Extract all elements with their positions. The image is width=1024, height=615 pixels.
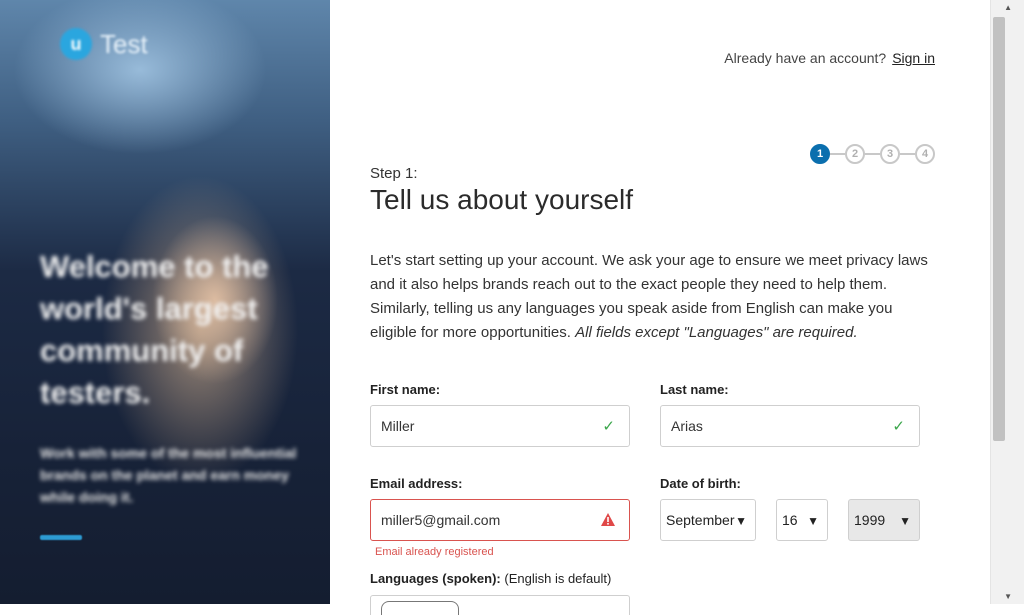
step-1: 1 [810,144,830,164]
first-name-value: Miller [381,418,415,434]
last-name-value: Arias [671,418,703,434]
dob-label: Date of birth: [660,476,741,491]
languages-input[interactable] [370,595,630,615]
account-prompt-text: Already have an account? [724,50,887,66]
scrollbar[interactable]: ▲ ▼ [990,0,1024,604]
dob-day-value: 16 [782,512,798,528]
hero-subtext: Work with some of the most influential b… [40,445,297,505]
step-connector [830,153,845,155]
scroll-down-arrow-icon[interactable]: ▼ [1004,592,1012,601]
intro-paragraph: Let's start setting up your account. We … [370,249,935,345]
scroll-up-arrow-icon[interactable]: ▲ [1004,3,1012,12]
signin-link[interactable]: Sign in [892,50,935,66]
languages-label-text: Languages (spoken): [370,571,501,586]
step-2: 2 [845,144,865,164]
dob-year-select[interactable]: 1999 ▼ [848,499,920,541]
logo: u Test [60,28,148,60]
dob-year-value: 1999 [854,512,886,528]
last-name-input[interactable]: Arias ✓ [660,405,920,447]
dob-month-select[interactable]: September ▼ [660,499,756,541]
step-label: Step 1: [370,165,418,182]
dob-day-select[interactable]: 16 ▼ [776,499,828,541]
step-connector [865,153,880,155]
scrollbar-thumb[interactable] [993,17,1005,441]
intro-required-note: All fields except "Languages" are requir… [575,324,858,341]
hero-headline: Welcome to the world's largest community… [40,249,269,410]
step-3: 3 [880,144,900,164]
chevron-down-icon: ▼ [807,514,819,528]
email-error-message: Email already registered [375,546,494,558]
email-label: Email address: [370,476,463,491]
page-title: Tell us about yourself [370,184,634,215]
logo-text: Test [100,28,148,59]
language-tag[interactable] [381,601,459,615]
step-connector [900,153,915,155]
chevron-down-icon: ▼ [735,514,747,528]
email-value: miller5@gmail.com [381,512,501,528]
last-name-label: Last name: [660,382,729,397]
progress-stepper: 1 2 3 4 [810,144,935,164]
dob-month-value: September [666,512,735,528]
first-name-label: First name: [370,382,441,397]
hero-accent-bar [40,535,82,540]
chevron-down-icon: ▼ [899,514,911,528]
warning-icon [601,513,615,526]
check-icon: ✓ [892,418,905,435]
languages-hint: (English is default) [504,571,612,586]
check-icon: ✓ [602,418,615,435]
signin-prompt: Already have an account? Sign in [724,50,935,66]
first-name-input[interactable]: Miller ✓ [370,405,630,447]
email-input[interactable]: miller5@gmail.com [370,499,630,541]
logo-mark: u [60,28,92,60]
languages-label: Languages (spoken): (English is default) [370,571,611,586]
hero-panel: u Test Welcome to the world's largest co… [0,0,330,604]
step-4: 4 [915,144,935,164]
